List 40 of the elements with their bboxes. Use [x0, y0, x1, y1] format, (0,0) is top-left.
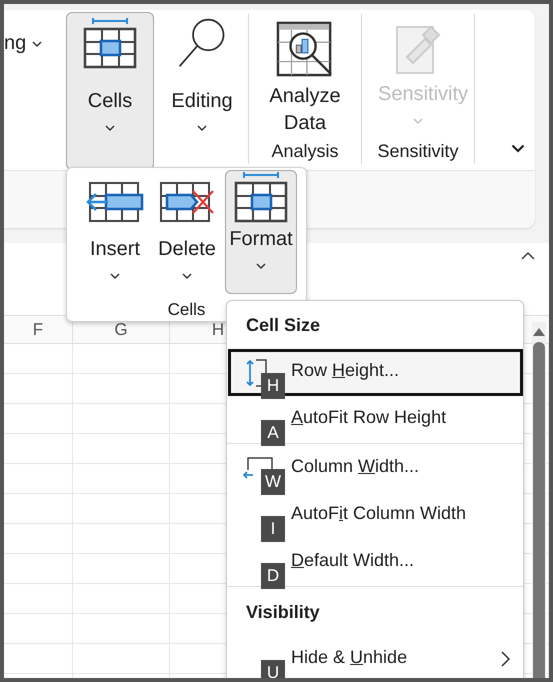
- menu-heading: Visibility: [246, 602, 320, 622]
- chevron-up-icon[interactable]: [521, 251, 535, 260]
- key-tip: H: [261, 373, 285, 399]
- ribbon-button[interactable]: ng: [4, 32, 26, 55]
- ribbon-button[interactable]: Delete: [153, 170, 221, 294]
- insert-cells-icon: [86, 181, 144, 223]
- chevron-down-icon: [256, 263, 266, 270]
- chevron-down-icon: [413, 118, 423, 125]
- key-tip: U: [261, 660, 285, 678]
- table-icon: [83, 17, 137, 69]
- group-label: Analysis: [271, 141, 339, 163]
- key-tip: A: [261, 420, 285, 446]
- chevron-down-icon: [105, 125, 115, 132]
- menu-item[interactable]: Default Width... D: [228, 539, 523, 586]
- ribbon-button[interactable]: Format: [225, 170, 297, 294]
- delete-cells-icon: [159, 181, 215, 223]
- chevron-down-icon: [182, 273, 192, 280]
- table-icon: [234, 171, 288, 223]
- chevron-down-icon: [197, 125, 207, 132]
- menu-item[interactable]: AutoFit Column Width I: [228, 492, 523, 539]
- scroll-up-icon[interactable]: [533, 328, 545, 336]
- key-tip: I: [261, 516, 285, 542]
- analyze-data-icon: [275, 21, 335, 77]
- scrollbar[interactable]: [532, 322, 546, 678]
- key-tip: W: [261, 469, 285, 495]
- chevron-right-icon: [501, 651, 510, 667]
- menu-item[interactable]: AutoFit Row Height A: [228, 396, 523, 443]
- chevron-down-icon: [110, 273, 120, 280]
- key-tip: D: [261, 563, 285, 589]
- ribbon-button[interactable]: Insert: [81, 170, 149, 294]
- ribbon-button[interactable]: Editing: [158, 12, 246, 170]
- menu-item[interactable]: Row Height... H: [228, 349, 523, 396]
- chevron-down-icon[interactable]: [511, 144, 525, 153]
- ribbon-button[interactable]: Cells: [66, 12, 154, 170]
- scroll-thumb[interactable]: [533, 342, 545, 678]
- group-label: Sensitivity: [377, 141, 459, 163]
- menu-item[interactable]: Hide & Unhide U: [228, 636, 523, 678]
- menu-item[interactable]: Column Width... W: [228, 445, 523, 492]
- ribbon-button[interactable]: Analyze Data: [255, 16, 355, 138]
- chevron-down-icon: [32, 41, 42, 48]
